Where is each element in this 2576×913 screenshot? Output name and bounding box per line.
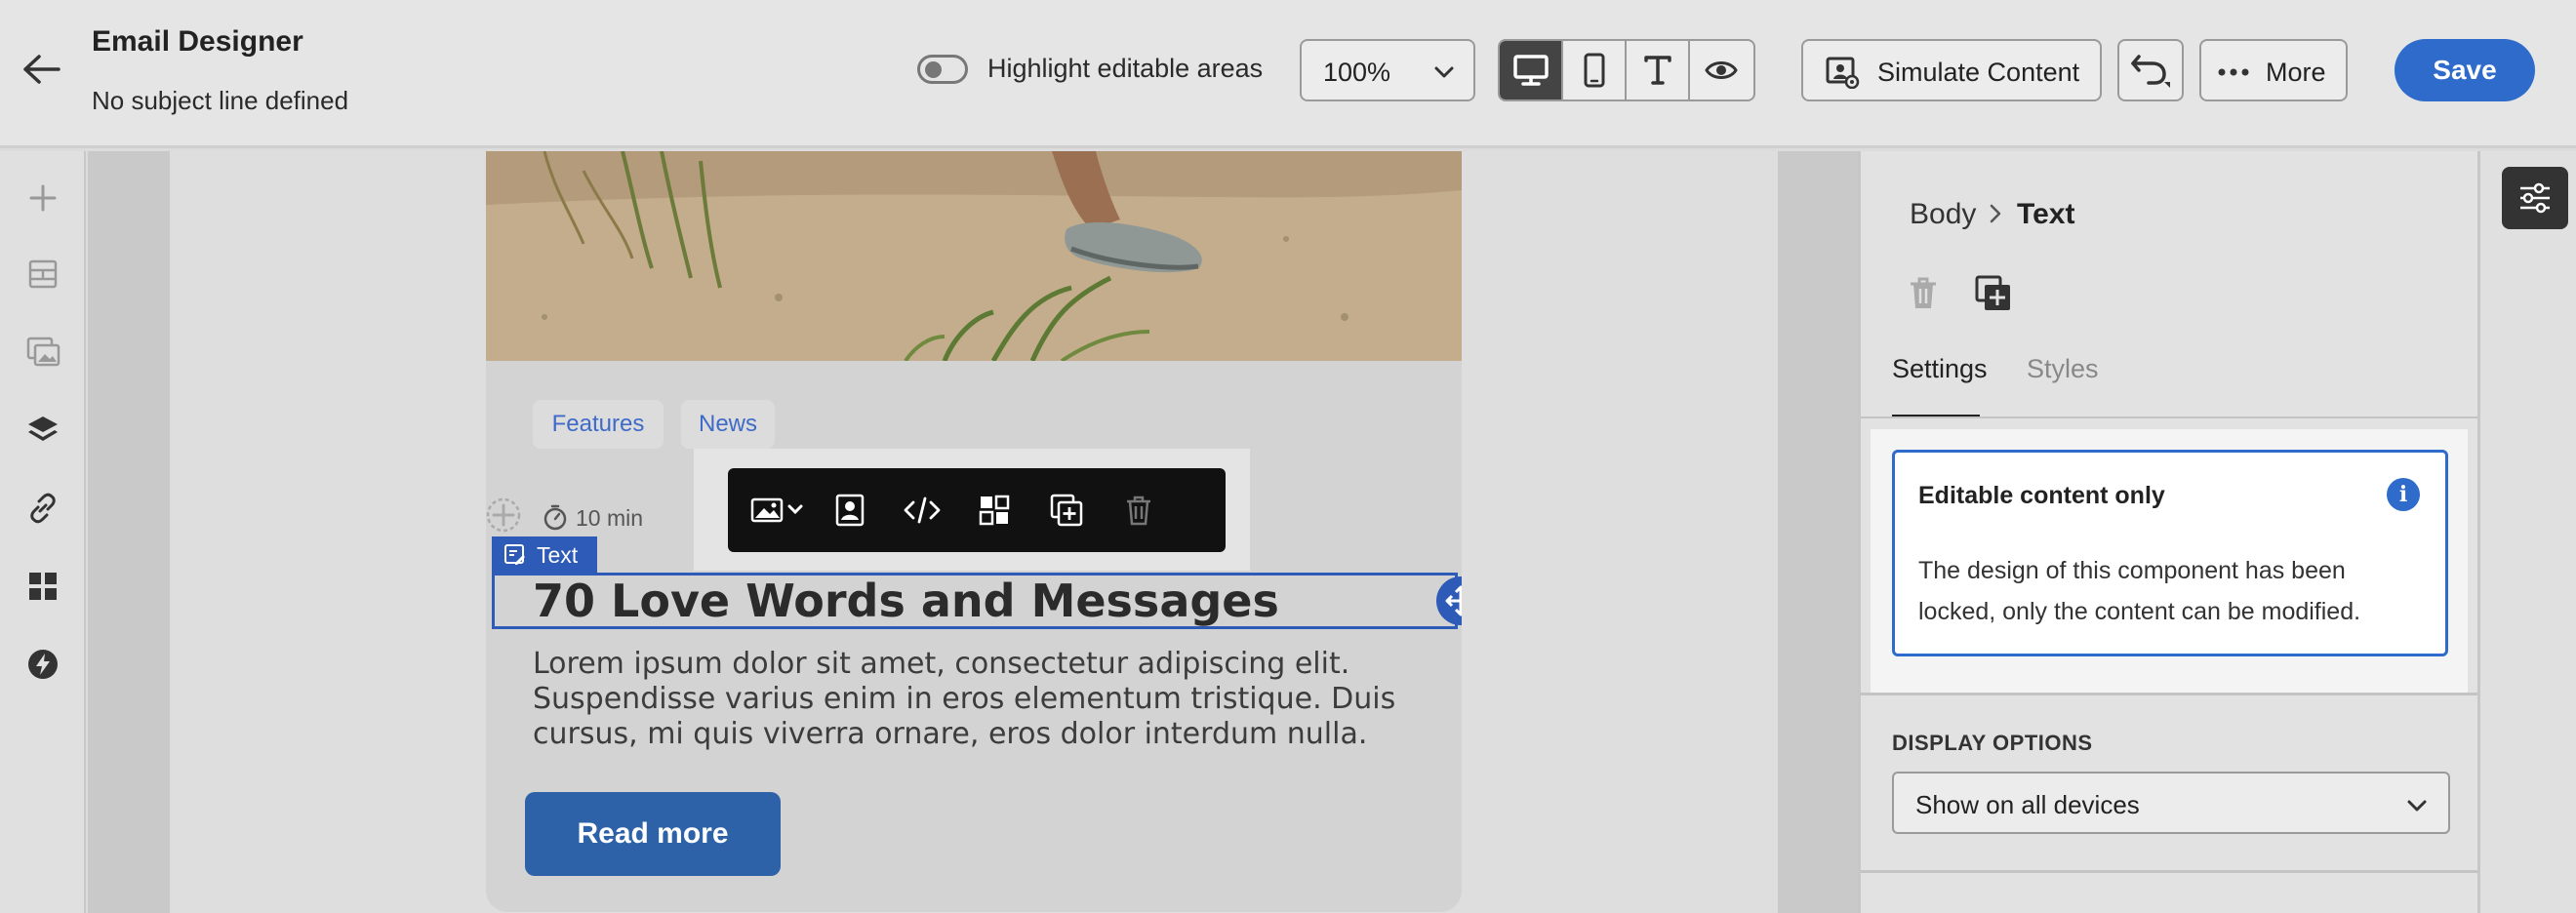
undo-button[interactable] — [2117, 39, 2184, 101]
display-options-select[interactable]: Show on all devices — [1892, 772, 2450, 834]
desktop-view-button[interactable] — [1500, 41, 1563, 99]
image-dropdown-icon — [750, 497, 803, 523]
display-options-label: DISPLAY OPTIONS — [1892, 731, 2093, 755]
text-view-button[interactable] — [1627, 41, 1690, 99]
properties-panel: Body Text Settings Styles Editable conte… — [1858, 151, 2480, 913]
delete-button[interactable] — [1904, 272, 1943, 315]
info-icon: i — [2387, 478, 2420, 511]
properties-toggle-button[interactable] — [2502, 167, 2568, 229]
view-mode-group — [1498, 39, 1755, 101]
editable-content-info-card: Editable content only i The design of th… — [1892, 450, 2448, 656]
more-button[interactable]: More — [2199, 39, 2348, 101]
email-card: Features News 10 min Text 70 Love Words … — [486, 151, 1462, 912]
highlight-editable-toggle[interactable] — [917, 55, 968, 84]
assets-icon — [26, 337, 60, 367]
read-time: 10 min — [543, 504, 643, 532]
read-more-button[interactable]: Read more — [525, 792, 781, 876]
fragment-button[interactable] — [958, 481, 1030, 539]
section-divider — [1861, 693, 2477, 695]
structure-icon — [28, 259, 58, 289]
personalization-icon — [835, 494, 865, 527]
highlight-editable-label: Highlight editable areas — [987, 54, 1264, 83]
tab-settings[interactable]: Settings — [1892, 354, 1988, 384]
trash-icon — [1127, 496, 1150, 526]
move-icon — [1445, 585, 1462, 616]
personalization-button[interactable] — [814, 481, 886, 539]
chevron-right-icon — [1990, 204, 2001, 223]
desktop-icon — [1512, 55, 1549, 86]
beach-photo — [486, 151, 1462, 361]
delete-component-button[interactable] — [1103, 481, 1175, 539]
save-button[interactable]: Save — [2395, 39, 2535, 101]
arrow-left-icon — [23, 55, 60, 84]
chevron-down-icon — [2407, 800, 2427, 812]
fragment-icon — [979, 495, 1010, 526]
tag-features[interactable]: Features — [533, 400, 664, 449]
component-toolbar — [728, 468, 1226, 552]
back-button[interactable] — [14, 45, 68, 94]
link-icon — [30, 493, 56, 524]
sliders-icon — [2520, 182, 2550, 214]
mobile-view-button[interactable] — [1563, 41, 1627, 99]
undo-icon — [2131, 55, 2170, 88]
email-headline[interactable]: 70 Love Words and Messages — [533, 573, 1279, 629]
more-dots-icon — [2218, 68, 2249, 76]
tabs-divider — [1861, 417, 2477, 418]
chevron-down-icon — [1434, 66, 1454, 78]
links-button[interactable] — [21, 487, 64, 530]
add-block-handle[interactable] — [486, 497, 521, 533]
layers-button[interactable] — [21, 409, 64, 452]
component-type-label: Text — [537, 541, 579, 568]
eye-icon — [1705, 61, 1739, 79]
left-toolbar — [0, 151, 86, 913]
hero-image[interactable] — [486, 151, 1462, 361]
insert-image-button[interactable] — [742, 481, 814, 539]
tab-styles[interactable]: Styles — [2027, 354, 2099, 384]
mobile-icon — [1584, 53, 1604, 88]
component-type-badge: Text — [492, 536, 597, 574]
duplicate-component-button[interactable] — [1030, 481, 1103, 539]
info-body: The design of this component has been lo… — [1918, 557, 2361, 625]
more-label: More — [2266, 58, 2326, 87]
plus-icon — [29, 184, 57, 212]
zoom-value: 100% — [1323, 58, 1391, 87]
lightning-icon — [28, 650, 58, 679]
layers-icon — [28, 417, 58, 441]
preview-button[interactable] — [1690, 41, 1753, 99]
toggle-knob — [925, 61, 942, 78]
header-bar: Email Designer No subject line defined H… — [0, 0, 2576, 148]
plus-circle-icon — [486, 497, 521, 533]
simulate-content-button[interactable]: Simulate Content — [1801, 39, 2102, 101]
structure-button[interactable] — [21, 253, 64, 296]
trash-icon — [1911, 277, 1936, 308]
zoom-select[interactable]: 100% — [1300, 39, 1475, 101]
fragments-button[interactable] — [21, 565, 64, 608]
assets-button[interactable] — [21, 331, 64, 374]
text-edit-icon — [504, 544, 525, 565]
add-component-button[interactable] — [21, 177, 64, 219]
right-rail — [2480, 151, 2576, 913]
code-icon — [904, 496, 941, 524]
grid-icon — [29, 573, 57, 600]
app-title: Email Designer — [92, 25, 303, 58]
tag-news[interactable]: News — [681, 400, 775, 449]
dynamic-content-button[interactable] — [21, 643, 64, 686]
html-code-button[interactable] — [886, 481, 958, 539]
duplicate-button[interactable] — [1972, 272, 2015, 315]
breadcrumb-body[interactable]: Body — [1910, 198, 1976, 231]
subject-line: No subject line defined — [92, 86, 349, 115]
simulate-icon — [1826, 57, 1860, 89]
bottom-divider — [1861, 870, 2477, 873]
duplicate-icon — [1975, 275, 2010, 310]
breadcrumb-current: Text — [2017, 198, 2075, 230]
timer-icon — [543, 504, 567, 531]
duplicate-icon — [1050, 494, 1083, 527]
read-time-label: 10 min — [576, 504, 644, 531]
text-icon — [1643, 56, 1671, 85]
display-options-value: Show on all devices — [1915, 790, 2140, 819]
simulate-content-label: Simulate Content — [1877, 58, 2080, 87]
email-body-text[interactable]: Lorem ipsum dolor sit amet, consectetur … — [533, 647, 1411, 752]
info-title: Editable content only — [1918, 482, 2165, 509]
